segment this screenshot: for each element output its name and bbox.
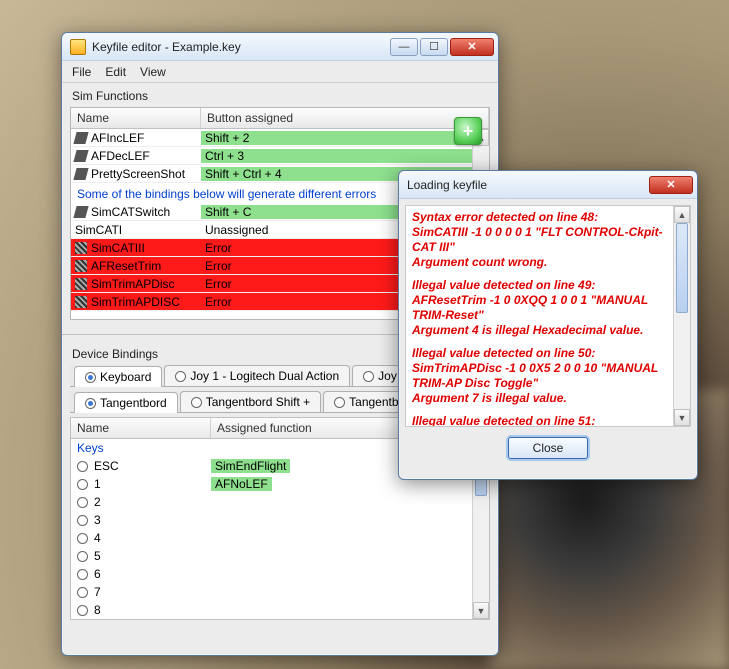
error-icon [75, 260, 87, 272]
window-title: Keyfile editor - Example.key [92, 40, 390, 54]
function-name: SimCATIII [91, 241, 145, 255]
key-name: 8 [94, 603, 101, 617]
error-paragraph: Illegal value detected on line 50:SimTri… [412, 346, 666, 406]
assigned-function: SimEndFlight [211, 459, 290, 473]
dialog-close-x[interactable] [649, 176, 693, 194]
error-paragraph: Illegal value detected on line 51: [412, 414, 666, 427]
keyboard-subtab[interactable]: Tangentbord Shift + [180, 391, 321, 412]
tab-label: Keyboard [100, 370, 151, 384]
key-name: ESC [94, 459, 119, 473]
radio-icon [77, 551, 88, 562]
device-tab[interactable]: Keyboard [74, 366, 162, 387]
scroll-up[interactable]: ▲ [674, 206, 690, 223]
key-name: 7 [94, 585, 101, 599]
error-icon [75, 296, 87, 308]
radio-icon [334, 397, 345, 408]
sim-functions-label: Sim Functions [70, 87, 490, 107]
radio-icon [77, 605, 88, 616]
dialog-close-button[interactable]: Close [508, 437, 588, 459]
device-tab[interactable]: Joy 1 - Logitech Dual Action [164, 365, 350, 386]
radio-icon [85, 372, 96, 383]
function-icon [73, 150, 88, 162]
error-scrollbar[interactable]: ▲ ▼ [673, 206, 690, 426]
function-icon [73, 168, 88, 180]
radio-icon [175, 371, 186, 382]
menubar: File Edit View [62, 61, 498, 83]
key-row[interactable]: 6 [71, 565, 472, 583]
key-row[interactable]: 4 [71, 529, 472, 547]
error-icon [75, 242, 87, 254]
function-name: SimTrimAPDisc [91, 277, 175, 291]
app-icon [70, 39, 86, 55]
key-name: 4 [94, 531, 101, 545]
assigned-function: AFNoLEF [211, 477, 272, 491]
minimize-button[interactable] [390, 38, 418, 56]
radio-icon [85, 398, 96, 409]
function-name: AFResetTrim [91, 259, 161, 273]
close-button[interactable] [450, 38, 494, 56]
menu-view[interactable]: View [140, 65, 166, 79]
key-row[interactable]: 2 [71, 493, 472, 511]
key-name: 6 [94, 567, 101, 581]
key-name: 1 [94, 477, 101, 491]
radio-icon [77, 533, 88, 544]
tab-label: Tangentbord Shift + [206, 395, 310, 409]
dialog-title: Loading keyfile [407, 178, 649, 192]
key-name: 5 [94, 549, 101, 563]
function-row[interactable]: AFIncLEF Shift + 2 [71, 129, 472, 147]
function-icon [73, 206, 88, 218]
error-textbox: Syntax error detected on line 48:SimCATI… [405, 205, 691, 427]
key-row[interactable]: 3 [71, 511, 472, 529]
tab-label: Tangentbord [100, 396, 167, 410]
loading-dialog: Loading keyfile Syntax error detected on… [398, 170, 698, 480]
subcol-name[interactable]: Name [71, 418, 211, 438]
tab-label: Joy 1 - Logitech Dual Action [190, 369, 339, 383]
menu-edit[interactable]: Edit [105, 65, 126, 79]
scroll-down[interactable]: ▼ [473, 602, 489, 619]
error-paragraph: Illegal value detected on line 49:AFRese… [412, 278, 666, 338]
function-name: SimCATSwitch [91, 205, 170, 219]
function-row[interactable]: AFDecLEF Ctrl + 3 [71, 147, 472, 165]
maximize-button[interactable] [420, 38, 448, 56]
col-name[interactable]: Name [71, 108, 201, 128]
function-name: AFIncLEF [91, 131, 144, 145]
key-row[interactable]: 5 [71, 547, 472, 565]
error-icon [75, 278, 87, 290]
key-name: 3 [94, 513, 101, 527]
button-assigned: Ctrl + 3 [201, 149, 472, 163]
scroll-thumb[interactable] [676, 223, 688, 313]
radio-icon [77, 569, 88, 580]
button-assigned: Shift + 2 [201, 131, 472, 145]
radio-icon [363, 371, 374, 382]
add-button[interactable]: + [454, 117, 482, 145]
radio-icon [77, 515, 88, 526]
radio-icon [191, 397, 202, 408]
function-name: AFDecLEF [91, 149, 150, 163]
error-paragraph: Syntax error detected on line 48:SimCATI… [412, 210, 666, 270]
key-name: 2 [94, 495, 101, 509]
radio-icon [77, 461, 88, 472]
radio-icon [77, 587, 88, 598]
function-name: PrettyScreenShot [91, 167, 185, 181]
dialog-titlebar[interactable]: Loading keyfile [399, 171, 697, 199]
menu-file[interactable]: File [72, 65, 91, 79]
radio-icon [77, 497, 88, 508]
key-row[interactable]: 8 [71, 601, 472, 619]
key-row[interactable]: 7 [71, 583, 472, 601]
col-button[interactable]: Button assigned [201, 108, 489, 128]
function-icon [73, 132, 88, 144]
titlebar[interactable]: Keyfile editor - Example.key [62, 33, 498, 61]
radio-icon [77, 479, 88, 490]
scroll-down[interactable]: ▼ [674, 409, 690, 426]
function-name: SimCATI [75, 223, 122, 237]
keyboard-subtab[interactable]: Tangentbord [74, 392, 178, 413]
function-name: SimTrimAPDISC [91, 295, 180, 309]
